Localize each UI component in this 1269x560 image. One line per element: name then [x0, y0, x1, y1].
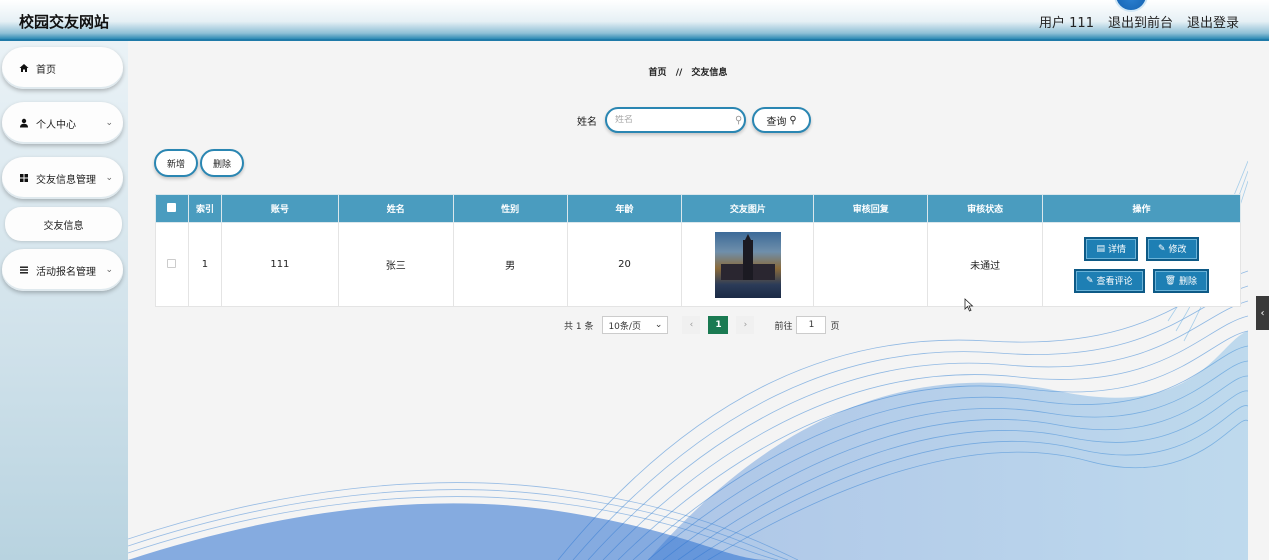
main-content: 首页 // 交友信息 姓名 ⚲ 查询 ⚲ 新增 删除 索引 账号 姓名 性别 年…	[128, 41, 1248, 560]
trash-icon: 🗑	[1164, 275, 1176, 286]
sidebar: 首页 个人中心 ⌄ 交友信息管理 ⌄ 交友信息 活动报名管理 ⌄	[0, 41, 128, 560]
list-icon	[18, 265, 30, 275]
pagination: 共 1 条 10条/页 ⌄ ‹ 1 › 前往 1 页	[564, 316, 839, 334]
search-icon: ⚲	[735, 114, 743, 126]
cell-reply	[813, 222, 929, 307]
row-select-cell	[155, 222, 189, 307]
select-all-cell	[155, 194, 189, 223]
cell-gender: 男	[452, 222, 568, 307]
document-icon: ▤	[1096, 243, 1105, 254]
breadcrumb-current: 交友信息	[691, 68, 728, 78]
edit-button-label: 修改	[1168, 245, 1187, 255]
next-page-button[interactable]: ›	[736, 316, 755, 334]
page-size-value: 10条/页	[608, 321, 641, 332]
search-input[interactable]	[615, 115, 735, 125]
sidebar-item-label: 活动报名管理	[36, 266, 96, 278]
search-label: 姓名	[577, 116, 597, 128]
user-avatar[interactable]	[1114, 0, 1148, 12]
edit-button[interactable]: ✎ 修改	[1146, 236, 1199, 261]
chevron-down-icon: ⌄	[105, 173, 113, 183]
view-comments-button[interactable]: ✎ 查看评论	[1074, 268, 1145, 293]
delete-button[interactable]: 🗑 删除	[1152, 268, 1210, 293]
breadcrumb-home[interactable]: 首页	[649, 68, 667, 78]
column-header: 操作	[1042, 194, 1241, 223]
table-row: 1 111 张三 男 20 未通过 ▤ 详情 ✎ 修改 ✎ 查看评论 🗑 删除	[155, 222, 1241, 307]
sidebar-item-friend-info-mgmt[interactable]: 交友信息管理 ⌄	[2, 157, 123, 199]
sidebar-item-label: 交友信息管理	[36, 174, 96, 186]
search-button-label: 查询	[766, 116, 787, 128]
cell-index: 1	[187, 222, 222, 307]
action-row: 新增 删除	[154, 149, 244, 177]
chevron-down-icon: ⌄	[105, 265, 113, 275]
add-button[interactable]: 新增	[154, 149, 198, 177]
search-button[interactable]: 查询 ⚲	[752, 107, 811, 133]
page-suffix: 页	[830, 321, 840, 332]
pagination-total: 共 1 条	[564, 321, 594, 332]
column-header: 年龄	[566, 194, 683, 223]
detail-button[interactable]: ▤ 详情	[1084, 236, 1138, 261]
top-header: 校园交友网站 用户 111 退出到前台 退出登录	[0, 0, 1269, 41]
chevron-down-icon: ⌄	[654, 320, 663, 330]
sidebar-item-label: 首页	[36, 64, 56, 76]
data-table: 索引 账号 姓名 性别 年龄 交友图片 审核回复 审核状态 操作 1 111 张…	[155, 194, 1241, 307]
grid-icon	[18, 173, 30, 183]
chevron-left-icon: ‹	[1260, 307, 1265, 319]
friend-photo[interactable]	[714, 231, 781, 298]
cell-actions: ▤ 详情 ✎ 修改 ✎ 查看评论 🗑 删除	[1042, 222, 1241, 307]
mouse-cursor-icon	[964, 298, 974, 312]
column-header: 交友图片	[681, 194, 815, 223]
cell-age: 20	[566, 222, 683, 307]
delete-button-label: 删除	[1179, 277, 1198, 287]
sidebar-item-home[interactable]: 首页	[2, 47, 123, 89]
logout-link[interactable]: 退出登录	[1187, 12, 1239, 31]
search-icon: ⚲	[789, 114, 797, 126]
column-header: 审核回复	[813, 194, 929, 223]
select-all-checkbox[interactable]	[167, 202, 177, 212]
chevron-down-icon: ⌄	[105, 118, 113, 128]
table-header-row: 索引 账号 姓名 性别 年龄 交友图片 审核回复 审核状态 操作	[155, 194, 1241, 223]
cell-name: 张三	[337, 222, 454, 307]
column-header: 账号	[220, 194, 339, 223]
site-title: 校园交友网站	[19, 13, 110, 31]
sidebar-item-label: 个人中心	[36, 119, 76, 131]
edit-icon: ✎	[1086, 275, 1094, 286]
side-collapse-tab[interactable]: ‹	[1256, 296, 1269, 330]
frontend-link[interactable]: 退出到前台	[1108, 12, 1173, 31]
column-header: 索引	[187, 194, 222, 223]
batch-delete-button[interactable]: 删除	[200, 149, 244, 177]
sidebar-item-personal-center[interactable]: 个人中心 ⌄	[2, 102, 123, 144]
detail-button-label: 详情	[1107, 245, 1126, 255]
column-header: 审核状态	[927, 194, 1044, 223]
sidebar-item-label: 交友信息	[43, 220, 84, 232]
sidebar-item-activity-mgmt[interactable]: 活动报名管理 ⌄	[2, 249, 123, 291]
goto-label: 前往	[774, 321, 793, 332]
chevron-left-icon: ‹	[689, 320, 694, 330]
goto-page-input[interactable]: 1	[796, 316, 827, 334]
user-icon	[18, 118, 30, 128]
user-label: 用户 111	[1039, 16, 1094, 31]
row-checkbox[interactable]	[167, 258, 177, 268]
search-box[interactable]: ⚲	[605, 107, 746, 133]
breadcrumb: 首页 // 交友信息	[128, 65, 1248, 78]
page-number-button[interactable]: 1	[708, 316, 729, 334]
view-comments-label: 查看评论	[1096, 277, 1133, 287]
chevron-right-icon: ›	[743, 320, 748, 330]
cell-account: 111	[220, 222, 339, 307]
search-row: 姓名 ⚲ 查询 ⚲	[577, 107, 811, 133]
cell-photo	[681, 222, 815, 307]
header-links: 用户 111 退出到前台 退出登录	[1039, 12, 1239, 31]
sidebar-subitem-friend-info[interactable]: 交友信息	[5, 207, 122, 241]
column-header: 性别	[452, 194, 568, 223]
column-header: 姓名	[337, 194, 454, 223]
prev-page-button[interactable]: ‹	[682, 316, 701, 334]
edit-icon: ✎	[1158, 243, 1166, 254]
home-icon	[18, 63, 30, 73]
page-size-select[interactable]: 10条/页 ⌄	[602, 316, 669, 334]
cell-status: 未通过	[927, 222, 1044, 307]
breadcrumb-separator: //	[675, 68, 683, 78]
